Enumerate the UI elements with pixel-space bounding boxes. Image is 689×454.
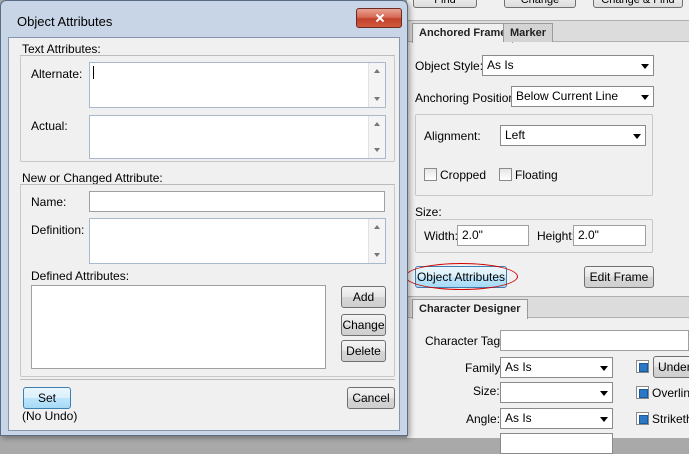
cropped-checkbox[interactable] (424, 168, 437, 181)
anchoring-position-value: Below Current Line (516, 89, 619, 103)
chevron-down-icon (600, 391, 608, 396)
text-caret (93, 66, 94, 79)
edit-frame-button[interactable]: Edit Frame (584, 266, 654, 288)
character-tag-label: Character Tag: (425, 334, 504, 348)
change-and-find-button[interactable]: Change & Find (593, 0, 683, 8)
object-style-value: As Is (487, 58, 514, 72)
object-attributes-dialog: Object Attributes Text Attributes: Alter… (0, 0, 408, 436)
definition-label: Definition: (31, 223, 85, 237)
overline-label: Overline (652, 386, 689, 400)
section-divider (20, 379, 395, 380)
cropped-label: Cropped (440, 168, 487, 182)
width-input[interactable]: 2.0" (457, 225, 529, 246)
actual-scrollbar[interactable] (368, 116, 385, 158)
defined-attributes-label: Defined Attributes: (31, 269, 130, 283)
family-label: Family: (465, 361, 504, 375)
anchored-frame-panel: Find Change Change & Find Anchored Frame… (405, 0, 689, 454)
size-field-label: Size: (473, 384, 500, 398)
dialog-titlebar[interactable]: Object Attributes (1, 1, 407, 37)
chevron-down-icon (600, 417, 608, 422)
floating-checkbox[interactable] (499, 168, 512, 181)
scroll-up-icon[interactable] (374, 225, 380, 229)
next-select[interactable] (500, 433, 613, 454)
text-attributes-label: Text Attributes: (22, 42, 101, 56)
underline-button[interactable]: Underli (653, 356, 689, 378)
chevron-down-icon (641, 95, 649, 100)
actual-label: Actual: (31, 119, 68, 133)
new-changed-attribute-label: New or Changed Attribute: (22, 171, 163, 185)
alternate-scrollbar[interactable] (368, 63, 385, 107)
defined-attributes-list[interactable] (31, 285, 326, 369)
scroll-up-icon[interactable] (374, 122, 380, 126)
scroll-down-icon[interactable] (374, 253, 380, 257)
panel-tabstrip: Anchored Frame Marker (407, 20, 689, 43)
floating-label: Floating (515, 168, 558, 182)
dialog-title: Object Attributes (17, 14, 113, 29)
angle-value: As Is (505, 411, 532, 425)
definition-scrollbar[interactable] (368, 219, 385, 263)
character-tag-input[interactable] (500, 330, 689, 351)
definition-textarea[interactable] (89, 218, 386, 264)
no-undo-label: (No Undo) (22, 409, 78, 423)
family-select[interactable]: As Is (500, 357, 613, 378)
size-select[interactable] (500, 382, 613, 403)
name-input[interactable] (89, 191, 385, 212)
add-button[interactable]: Add (341, 286, 386, 308)
height-input[interactable]: 2.0" (573, 225, 646, 246)
chevron-down-icon (600, 366, 608, 371)
size-label: Size: (415, 205, 442, 219)
width-label: Width: (424, 229, 459, 243)
cancel-button[interactable]: Cancel (347, 387, 395, 409)
tab-anchored-frame[interactable]: Anchored Frame (412, 23, 514, 43)
dialog-client-area: Text Attributes: Alternate: Actual: New … (8, 37, 400, 431)
alternate-textarea[interactable] (89, 62, 386, 108)
angle-label: Angle: (466, 412, 501, 426)
change-button[interactable]: Change (341, 314, 386, 336)
chevron-down-icon (641, 64, 649, 69)
height-label: Height: (537, 229, 576, 243)
strikethrough-checkbox[interactable] (636, 412, 649, 425)
chevron-down-icon (633, 134, 641, 139)
angle-select[interactable]: As Is (500, 408, 613, 429)
family-value: As Is (505, 360, 532, 374)
scroll-down-icon[interactable] (374, 148, 380, 152)
anchoring-position-label: Anchoring Position: (415, 91, 519, 105)
alignment-label: Alignment: (424, 129, 481, 143)
close-icon[interactable] (356, 8, 402, 28)
scroll-down-icon[interactable] (374, 97, 380, 101)
find-button[interactable]: Find (413, 0, 477, 8)
object-style-label: Object Style: (415, 59, 484, 73)
strikethrough-label: Strikethr (652, 412, 689, 426)
actual-textarea[interactable] (89, 115, 386, 159)
highlight-ellipse (405, 263, 518, 290)
name-label: Name: (31, 195, 67, 209)
alternate-label: Alternate: (31, 67, 83, 81)
tab-marker[interactable]: Marker (503, 23, 554, 42)
change-button-top[interactable]: Change (504, 0, 576, 8)
anchoring-position-select[interactable]: Below Current Line (511, 86, 654, 107)
set-button[interactable]: Set (23, 387, 71, 409)
delete-button[interactable]: Delete (341, 340, 386, 362)
underline-checkbox[interactable] (636, 360, 649, 373)
character-designer-tabstrip: Character Designer (407, 296, 689, 319)
tab-character-designer[interactable]: Character Designer (412, 299, 528, 319)
overline-checkbox[interactable] (636, 386, 649, 399)
object-style-select[interactable]: As Is (482, 55, 654, 76)
alignment-select[interactable]: Left (500, 125, 646, 146)
alignment-value: Left (505, 128, 526, 142)
scroll-up-icon[interactable] (374, 69, 380, 73)
